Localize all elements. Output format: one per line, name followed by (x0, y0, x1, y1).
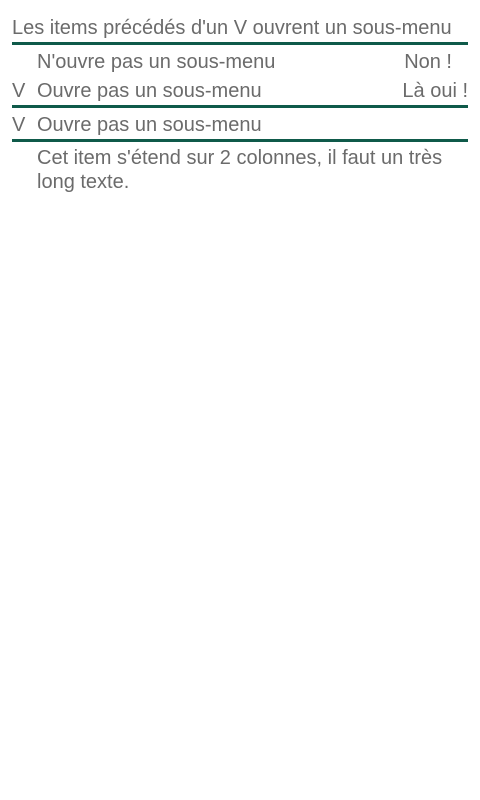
menu-item-label: N'ouvre pas un sous-menu (37, 51, 276, 73)
menu-item-wide[interactable]: Cet item s'étend sur 2 colonnes, il faut… (12, 142, 468, 194)
menu-item-label: Ouvre pas un sous-menu (37, 80, 262, 102)
menu-item-label: Ouvre pas un sous-menu (37, 114, 262, 136)
divider (12, 105, 468, 108)
intro-text: Les items précédés d'un V ouvrent un sou… (12, 17, 452, 39)
menu-item-label: Cet item s'étend sur 2 colonnes, il faut… (37, 147, 443, 193)
submenu-marker: V (12, 114, 26, 136)
menu-item-no-submenu[interactable]: N'ouvre pas un sous-menu Non ! (12, 50, 468, 74)
menu-item-right-text: Là oui ! (402, 80, 468, 102)
menu-item-right-text: Non ! (404, 51, 452, 73)
divider (12, 42, 468, 45)
menu-item-opens-submenu-2[interactable]: V Ouvre pas un sous-menu (12, 113, 468, 137)
menu-container: Les items précédés d'un V ouvrent un sou… (12, 16, 468, 194)
menu-item-opens-submenu[interactable]: V Ouvre pas un sous-menu Là oui ! (12, 79, 468, 103)
submenu-marker: V (12, 80, 26, 102)
